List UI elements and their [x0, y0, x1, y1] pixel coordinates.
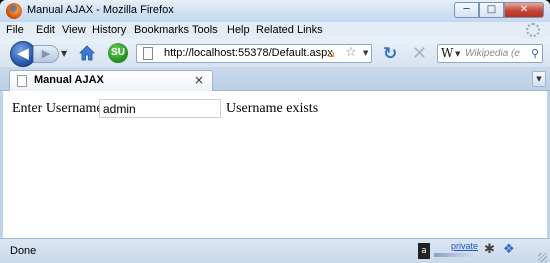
tab-bar: Manual AJAX × ▼	[0, 67, 550, 91]
address-bar[interactable]: http://localhost:55378/Default.aspx ⌂ ☆ …	[136, 44, 372, 63]
reload-icon[interactable]: ↻	[383, 44, 397, 64]
private-link[interactable]: private	[451, 241, 478, 251]
bookmark-star-icon[interactable]: ☆	[345, 45, 357, 60]
tab-close-icon[interactable]: ×	[194, 73, 204, 87]
menu-tools[interactable]: Tools	[192, 24, 218, 36]
page-favicon-icon	[17, 75, 27, 87]
status-text: Done	[10, 245, 37, 257]
url-dropdown-icon[interactable]: ▼	[363, 49, 368, 57]
menu-edit[interactable]: Edit	[36, 24, 55, 36]
home-feed-icon[interactable]: ⌂	[328, 47, 335, 60]
menu-related-links[interactable]: Related Links	[256, 24, 323, 36]
username-label: Enter Username:	[12, 101, 107, 116]
forward-button[interactable]: ▶	[33, 45, 59, 63]
tab-manual-ajax[interactable]: Manual AJAX ×	[9, 70, 213, 91]
settings-icon[interactable]: ❖	[503, 242, 515, 257]
status-bar: Done a private ✱ ❖	[0, 238, 550, 263]
menu-bookmarks[interactable]: Bookmarks	[134, 24, 189, 36]
wikipedia-icon[interactable]: W	[441, 46, 453, 60]
firebug-icon[interactable]: ✱	[484, 242, 495, 257]
window-controls: ─ □ ✕	[454, 2, 544, 18]
history-dropdown-icon[interactable]: ▼	[61, 49, 67, 58]
username-input[interactable]	[99, 99, 221, 118]
private-bar	[434, 253, 476, 257]
search-icon[interactable]: ⚲	[531, 47, 539, 60]
search-box[interactable]: W ▼ Wikipedia (e ⚲	[437, 44, 543, 63]
stumbleupon-icon[interactable]: SU	[108, 43, 128, 63]
window-title: Manual AJAX - Mozilla Firefox	[27, 4, 174, 16]
stop-icon[interactable]: ✕	[412, 43, 427, 64]
title-bar: Manual AJAX - Mozilla Firefox ─ □ ✕	[0, 0, 550, 23]
resize-grip[interactable]	[538, 253, 547, 262]
activity-throbber-icon	[526, 23, 540, 37]
home-icon[interactable]	[79, 45, 95, 61]
tab-label: Manual AJAX	[34, 74, 104, 86]
navigation-toolbar: ◀ ▶ ▼ SU http://localhost:55378/Default.…	[0, 39, 550, 67]
minimize-button[interactable]: ─	[454, 2, 479, 18]
browser-window: Manual AJAX - Mozilla Firefox ─ □ ✕ File…	[0, 0, 550, 263]
firefox-icon	[6, 3, 22, 19]
private-indicator[interactable]: private	[434, 241, 478, 259]
menu-bar: File Edit View History Bookmarks Tools H…	[0, 22, 550, 39]
maximize-button[interactable]: □	[479, 2, 504, 18]
close-button[interactable]: ✕	[504, 2, 544, 18]
addon-icon[interactable]: a	[418, 243, 430, 259]
menu-file[interactable]: File	[6, 24, 24, 36]
username-status-message: Username exists	[226, 101, 319, 116]
search-engine-dropdown-icon[interactable]: ▼	[455, 50, 460, 58]
menu-history[interactable]: History	[92, 24, 126, 36]
tab-list-dropdown-icon[interactable]: ▼	[532, 71, 546, 87]
page-content: Enter Username: Username exists	[3, 91, 547, 238]
menu-view[interactable]: View	[62, 24, 86, 36]
page-icon	[143, 47, 153, 60]
search-placeholder[interactable]: Wikipedia (e	[465, 48, 527, 59]
url-text[interactable]: http://localhost:55378/Default.aspx	[164, 47, 333, 59]
menu-help[interactable]: Help	[227, 24, 250, 36]
